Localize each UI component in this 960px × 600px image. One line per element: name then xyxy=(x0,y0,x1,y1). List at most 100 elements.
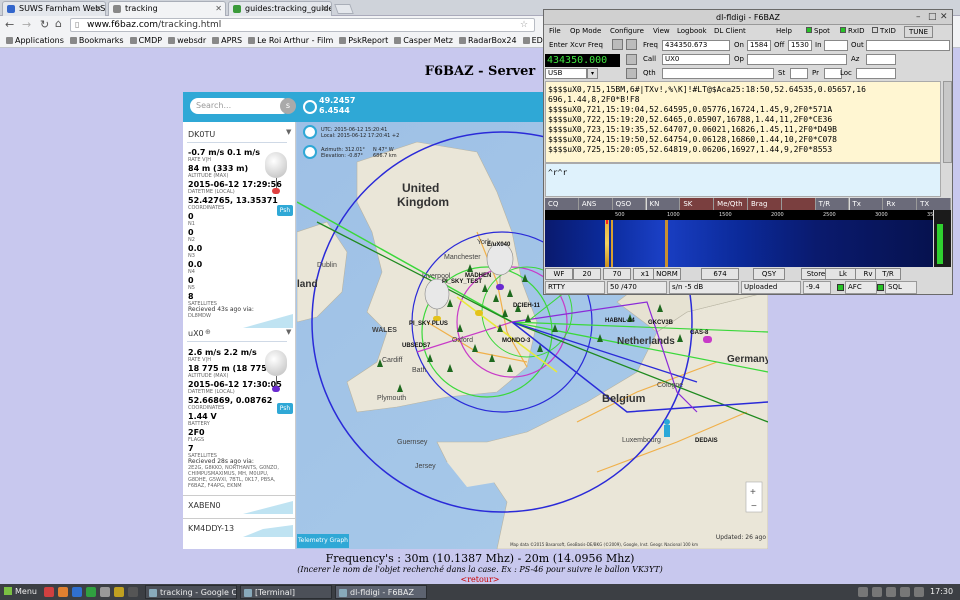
menu-item-logbook[interactable]: Logbook xyxy=(677,25,707,37)
tune-button[interactable]: TUNE xyxy=(904,26,934,38)
taskbar-item[interactable]: dl-fldigi - F6BAZ xyxy=(335,585,427,599)
macro-button[interactable]: T/R xyxy=(815,198,850,210)
macro-button[interactable]: ANS xyxy=(578,198,613,210)
bookmark-item[interactable]: PskReport xyxy=(339,34,388,47)
state-input[interactable] xyxy=(790,68,808,79)
balloon-basket-marker[interactable] xyxy=(703,336,712,343)
bookmark-item[interactable]: websdr xyxy=(168,34,206,47)
out-input[interactable] xyxy=(866,40,950,51)
macro-button[interactable]: Brag xyxy=(748,198,782,210)
spot-checkbox[interactable]: Spot xyxy=(806,25,830,37)
macro-button[interactable]: Me/Qth xyxy=(714,198,748,210)
target-icon[interactable]: ⊕ xyxy=(205,328,211,336)
chevron-down-icon[interactable]: ▾ xyxy=(587,68,598,79)
reload-icon[interactable]: ↻ xyxy=(40,18,49,31)
back-link[interactable]: <retour> xyxy=(440,575,520,584)
tray-icon[interactable] xyxy=(900,587,910,597)
close-tab-icon[interactable]: ✕ xyxy=(215,2,222,15)
menu-item-op-mode[interactable]: Op Mode xyxy=(570,25,601,37)
status-field[interactable]: SQL xyxy=(885,281,917,294)
off-time-input[interactable]: 1530 xyxy=(788,40,812,51)
forward-icon[interactable]: → xyxy=(22,18,31,31)
tray-icon[interactable] xyxy=(872,587,882,597)
collapse-icon[interactable]: ▼ xyxy=(286,128,291,136)
macro-button[interactable]: TX xyxy=(917,198,951,210)
lock-icon[interactable] xyxy=(626,54,637,65)
balloon-name[interactable]: uX0 xyxy=(188,329,204,338)
op-input[interactable] xyxy=(747,54,847,65)
bookmark-item[interactable]: Bookmarks xyxy=(69,34,124,47)
on-time-input[interactable]: 1584 xyxy=(747,40,771,51)
bookmark-item[interactable]: Le Roi Arthur - Film xyxy=(248,34,333,47)
search-button[interactable]: s xyxy=(280,98,296,114)
tray-icon[interactable] xyxy=(858,587,868,597)
qth-icon[interactable] xyxy=(626,68,637,79)
close-tab-icon[interactable]: ✕ xyxy=(95,2,102,15)
map-zoom-controls[interactable]: + − xyxy=(745,481,763,513)
bookmark-item[interactable]: RadarBox24 xyxy=(458,34,517,47)
waterfall-control[interactable]: T/R xyxy=(875,268,901,280)
bookmark-star-icon[interactable]: ☆ xyxy=(520,19,528,32)
frequency-display[interactable]: 434350.000 xyxy=(545,54,620,67)
macro-button[interactable]: Tx xyxy=(849,198,884,210)
minimize-icon[interactable]: – xyxy=(916,12,921,22)
taskbar-item[interactable]: tracking - Google Chr... xyxy=(145,585,237,599)
balloon-collapsed-item[interactable]: XABEN0 xyxy=(183,495,295,515)
new-tab-button[interactable] xyxy=(334,4,354,14)
waterfall-control[interactable]: NORM xyxy=(653,268,681,280)
launcher-icon[interactable] xyxy=(128,587,138,597)
bookmark-item[interactable]: CMDP xyxy=(129,34,162,47)
close-tab-icon[interactable]: ✕ xyxy=(321,2,328,15)
waterfall-control[interactable]: QSY xyxy=(753,268,785,280)
qth-input[interactable] xyxy=(662,68,774,79)
bookmark-item[interactable]: APRS xyxy=(212,34,242,47)
waterfall-control[interactable]: 70 xyxy=(603,268,631,280)
telemetry-graph-button[interactable]: Telemetry Graph xyxy=(297,534,349,548)
launcher-icon[interactable] xyxy=(44,587,54,597)
macro-button[interactable]: Rx xyxy=(883,198,918,210)
launcher-icon[interactable] xyxy=(58,587,68,597)
browser-tab-suws[interactable]: SUWS Farnham WebS ✕ xyxy=(2,1,106,16)
xcvr-icon[interactable] xyxy=(612,39,623,50)
macro-button[interactable]: SK xyxy=(680,198,715,210)
tray-icon[interactable] xyxy=(914,587,924,597)
locator-input[interactable] xyxy=(856,68,896,79)
close-icon[interactable]: ✕ xyxy=(940,12,948,22)
xcvr-list-icon[interactable] xyxy=(626,39,637,50)
rxid-checkbox[interactable]: RxID xyxy=(840,25,864,37)
macro-button[interactable]: CQ xyxy=(545,198,579,210)
rx-scrollbar[interactable] xyxy=(943,81,952,163)
menu-item-configure[interactable]: Configure xyxy=(610,25,644,37)
launcher-icon[interactable] xyxy=(100,587,110,597)
macro-button[interactable]: KN xyxy=(646,198,681,210)
psh-button[interactable]: Psh xyxy=(277,403,293,414)
waterfall-display[interactable] xyxy=(545,220,933,267)
bookmark-item[interactable]: Applications xyxy=(6,34,64,47)
balloon-name[interactable]: DK0TU xyxy=(188,130,215,139)
macro-button[interactable]: QSO xyxy=(612,198,647,210)
launcher-icon[interactable] xyxy=(72,587,82,597)
menu-item-file[interactable]: File xyxy=(549,25,561,37)
url-input[interactable]: ▯ www.f6baz.com/tracking.html xyxy=(70,18,535,32)
menu-button[interactable]: Menu xyxy=(4,584,37,600)
search-input[interactable]: Search... xyxy=(190,98,290,114)
macro-button[interactable] xyxy=(781,198,816,210)
browser-tab-guides[interactable]: guides:tracking_guide [u✕ xyxy=(228,1,332,16)
az-input[interactable] xyxy=(866,54,896,65)
psh-button[interactable]: Psh xyxy=(277,205,293,216)
txid-checkbox[interactable]: TxID xyxy=(872,25,896,37)
waterfall-control[interactable]: 20 xyxy=(573,268,601,280)
maximize-icon[interactable]: □ xyxy=(928,12,937,22)
receive-text-panel[interactable]: $$$$uX0,715,15BM,6#|TXv!,%\K]!#LT@$Aca25… xyxy=(545,81,941,163)
menu-item-dl-client[interactable]: DL Client xyxy=(714,25,746,37)
collapse-icon[interactable]: ▼ xyxy=(286,328,291,336)
waterfall-control[interactable]: WF xyxy=(545,268,573,280)
waterfall-control[interactable]: 674 xyxy=(701,268,739,280)
in-input[interactable] xyxy=(824,40,848,51)
balloon-collapsed-item[interactable]: KM4DDY-13 xyxy=(183,518,295,538)
menu-item-view[interactable]: View xyxy=(653,25,670,37)
balloon-basket-marker[interactable] xyxy=(475,310,483,316)
browser-tab-tracking[interactable]: tracking ✕ xyxy=(108,1,226,16)
call-input[interactable]: UX0 xyxy=(662,54,730,65)
bookmark-item[interactable]: Casper Metz xyxy=(394,34,453,47)
